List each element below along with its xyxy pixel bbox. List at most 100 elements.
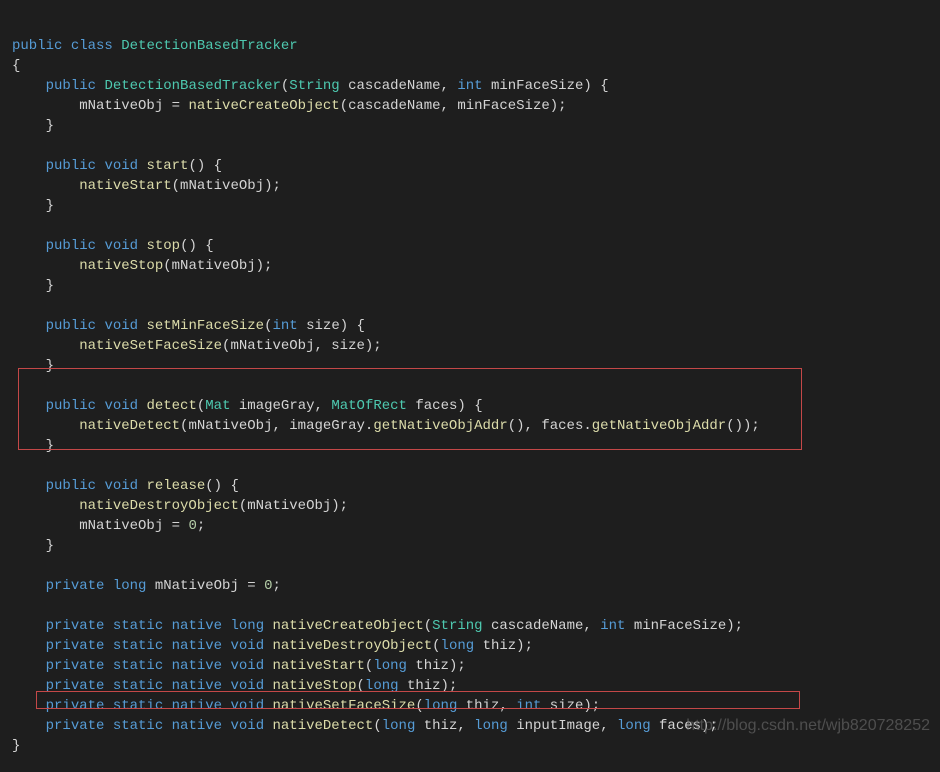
keyword: private <box>46 618 105 634</box>
keyword: private <box>46 658 105 674</box>
param: minFaceSize <box>634 618 726 634</box>
type: int <box>516 698 541 714</box>
keyword: private <box>46 698 105 714</box>
brace: } <box>46 358 54 374</box>
number: 0 <box>188 518 196 534</box>
param: thiz <box>415 658 449 674</box>
field: mNativeObj <box>79 518 163 534</box>
keyword: native <box>172 658 222 674</box>
type: long <box>617 718 651 734</box>
param: thiz <box>424 718 458 734</box>
arg: imageGray <box>289 418 365 434</box>
keyword: void <box>230 638 264 654</box>
type: int <box>600 618 625 634</box>
keyword: static <box>113 638 163 654</box>
keyword: void <box>104 398 138 414</box>
keyword: public <box>12 38 62 54</box>
param: minFaceSize <box>491 78 583 94</box>
param: cascadeName <box>348 78 440 94</box>
method: setMinFaceSize <box>146 318 264 334</box>
keyword: static <box>113 658 163 674</box>
keyword: native <box>172 698 222 714</box>
param: size <box>550 698 584 714</box>
keyword: public <box>46 398 96 414</box>
brace: } <box>46 438 54 454</box>
keyword: static <box>113 618 163 634</box>
keyword: long <box>113 578 147 594</box>
keyword: native <box>172 618 222 634</box>
method: nativeDetect <box>273 718 374 734</box>
arg: minFaceSize <box>457 98 549 114</box>
arg: mNativeObj <box>230 338 314 354</box>
param: size <box>306 318 340 334</box>
keyword: private <box>46 718 105 734</box>
arg: mNativeObj <box>188 418 272 434</box>
keyword: void <box>104 318 138 334</box>
method-call: nativeCreateObject <box>188 98 339 114</box>
type: long <box>474 718 508 734</box>
keyword: private <box>46 638 105 654</box>
keyword: long <box>230 618 264 634</box>
brace: } <box>46 278 54 294</box>
param: cascadeName <box>491 618 583 634</box>
constructor: DetectionBasedTracker <box>104 78 280 94</box>
arg: mNativeObj <box>172 258 256 274</box>
method-call: nativeSetFaceSize <box>79 338 222 354</box>
keyword: void <box>230 678 264 694</box>
type: long <box>365 678 399 694</box>
field: mNativeObj <box>79 98 163 114</box>
param: inputImage <box>516 718 600 734</box>
keyword: private <box>46 678 105 694</box>
keyword: static <box>113 678 163 694</box>
keyword: class <box>71 38 113 54</box>
keyword: static <box>113 698 163 714</box>
keyword: native <box>172 678 222 694</box>
method: stop <box>146 238 180 254</box>
method: nativeStop <box>273 678 357 694</box>
param: thiz <box>407 678 441 694</box>
field: mNativeObj <box>155 578 239 594</box>
brace: } <box>46 118 54 134</box>
watermark: http://blog.csdn.net/wjb820728252 <box>686 716 930 736</box>
keyword: void <box>104 478 138 494</box>
arg: mNativeObj <box>180 178 264 194</box>
method-call: getNativeObjAddr <box>592 418 726 434</box>
type: String <box>289 78 339 94</box>
type: long <box>441 638 475 654</box>
keyword: void <box>230 698 264 714</box>
keyword: public <box>46 78 96 94</box>
arg: size <box>331 338 365 354</box>
code-block: public class DetectionBasedTracker { pub… <box>0 0 940 772</box>
keyword: public <box>46 478 96 494</box>
brace: } <box>46 538 54 554</box>
brace: { <box>12 58 20 74</box>
method: release <box>146 478 205 494</box>
method: nativeSetFaceSize <box>273 698 416 714</box>
method: nativeDestroyObject <box>273 638 433 654</box>
param: faces <box>415 398 457 414</box>
method-call: nativeDestroyObject <box>79 498 239 514</box>
brace: } <box>46 198 54 214</box>
class-name: DetectionBasedTracker <box>121 38 297 54</box>
keyword: void <box>104 238 138 254</box>
param: thiz <box>466 698 500 714</box>
method: start <box>146 158 188 174</box>
type: long <box>373 658 407 674</box>
type: MatOfRect <box>331 398 407 414</box>
keyword: public <box>46 158 96 174</box>
keyword: public <box>46 318 96 334</box>
type: Mat <box>205 398 230 414</box>
method: nativeStart <box>273 658 365 674</box>
keyword: static <box>113 718 163 734</box>
keyword: void <box>104 158 138 174</box>
type: int <box>272 318 297 334</box>
param: thiz <box>483 638 517 654</box>
method-call: nativeDetect <box>79 418 180 434</box>
type: long <box>382 718 416 734</box>
method-call: nativeStop <box>79 258 163 274</box>
keyword: native <box>172 638 222 654</box>
arg: mNativeObj <box>247 498 331 514</box>
keyword: private <box>46 578 105 594</box>
keyword: public <box>46 238 96 254</box>
number: 0 <box>264 578 272 594</box>
